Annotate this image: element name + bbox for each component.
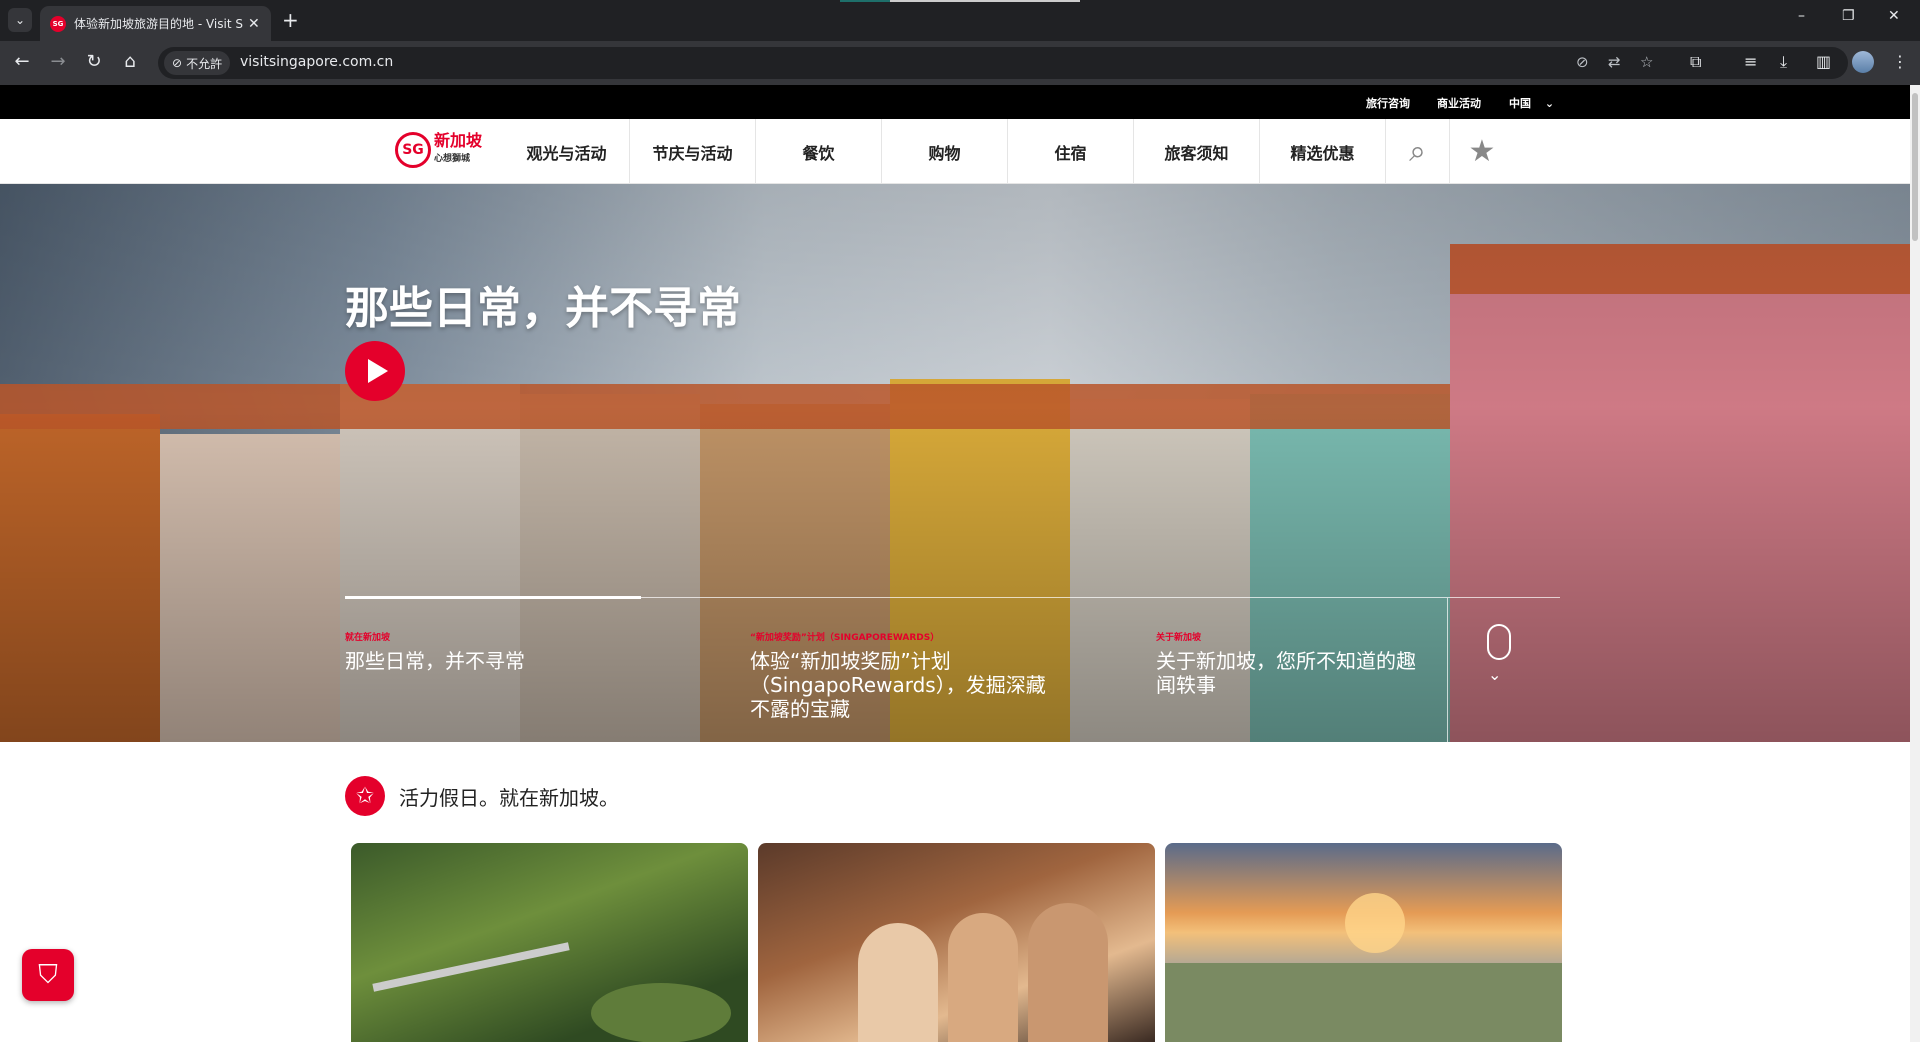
carousel-divider bbox=[1447, 598, 1448, 742]
region-selector[interactable]: 中国 ⌄ bbox=[1509, 95, 1554, 111]
browser-tabstrip: ⌄ SG 体验新加坡旅游目的地 - Visit S ✕ + – ❐ ✕ bbox=[0, 0, 1920, 41]
foliage-graphic bbox=[591, 983, 731, 1042]
loading-indicator-progress bbox=[840, 0, 890, 2]
nav-item-shopping[interactable]: 购物 bbox=[882, 119, 1008, 184]
play-video-button[interactable] bbox=[345, 341, 405, 401]
feature-card-dining[interactable] bbox=[758, 843, 1155, 1042]
more-menu-icon[interactable]: ⋮ bbox=[1892, 52, 1908, 71]
feature-card-sunset[interactable] bbox=[1165, 843, 1562, 1042]
slide-title: 那些日常，并不寻常 bbox=[345, 649, 525, 673]
extensions-icon[interactable]: ⧉ bbox=[1690, 52, 1701, 72]
tab-search-button[interactable]: ⌄ bbox=[8, 8, 32, 32]
profile-avatar[interactable] bbox=[1852, 51, 1874, 73]
tab-close-icon[interactable]: ✕ bbox=[248, 16, 260, 32]
tagline-row: ✩ 活力假日。就在新加坡。 bbox=[345, 776, 619, 816]
carousel-progress-active bbox=[345, 596, 641, 599]
new-tab-button[interactable]: + bbox=[282, 8, 299, 32]
sun-graphic bbox=[1345, 893, 1405, 953]
shield-check-icon: ⛉ bbox=[38, 959, 58, 990]
logo-name: 新加坡 bbox=[434, 131, 483, 150]
window-restore-button[interactable]: ❐ bbox=[1842, 8, 1855, 24]
side-panel-icon[interactable]: ▥ bbox=[1816, 52, 1831, 71]
browser-toolbar: ← → ↻ ⌂ ⊘ 不允許 visitsingapore.com.cn ⊘ ⇄ … bbox=[0, 41, 1920, 85]
window-close-button[interactable]: ✕ bbox=[1888, 8, 1900, 24]
page-scrollbar[interactable] bbox=[1910, 85, 1920, 1042]
tracking-blocked-icon[interactable]: ⊘ bbox=[1576, 53, 1589, 71]
slide-kicker: 关于新加坡 bbox=[1156, 633, 1202, 643]
util-link-business-events[interactable]: 商业活动 bbox=[1437, 95, 1481, 111]
favorites-star-icon[interactable]: ★ bbox=[1450, 119, 1514, 184]
slide-title: 体验“新加坡奖励”计划（SingapoRewards），发掘深藏不露的宝藏 bbox=[750, 649, 1046, 721]
tab-title: 体验新加坡旅游目的地 - Visit S bbox=[74, 17, 243, 31]
carousel-slide-2[interactable]: “新加坡奖励”计划（SINGAPOREWARDS） 体验“新加坡奖励”计划（Si… bbox=[750, 630, 1050, 721]
main-navigation: SG 新加坡 心想獅城 观光与活动 节庆与活动 餐饮 购物 住宿 旅客须知 精选… bbox=[0, 119, 1910, 184]
privacy-shield-button[interactable]: ⛉ bbox=[22, 949, 74, 1001]
scroll-mouse-icon[interactable] bbox=[1487, 624, 1511, 660]
bookmark-star-icon[interactable]: ☆ bbox=[1640, 53, 1653, 71]
nav-item-festivals[interactable]: 节庆与活动 bbox=[630, 119, 756, 184]
region-label: 中国 bbox=[1509, 97, 1531, 110]
tagline-text: 活力假日。就在新加坡。 bbox=[399, 785, 619, 810]
feature-card-nature[interactable] bbox=[351, 843, 748, 1042]
nav-item-sightseeing[interactable]: 观光与活动 bbox=[504, 119, 630, 184]
land-graphic bbox=[1165, 963, 1562, 1042]
slide-kicker: “新加坡奖励”计划（SINGAPOREWARDS） bbox=[750, 633, 940, 643]
nav-item-deals[interactable]: 精选优惠 bbox=[1260, 119, 1386, 184]
nav-item-travel-guide[interactable]: 旅客须知 bbox=[1134, 119, 1260, 184]
site-logo[interactable]: SG 新加坡 心想獅城 bbox=[395, 132, 482, 168]
browser-tab-active[interactable]: SG 体验新加坡旅游目的地 - Visit S ✕ bbox=[40, 6, 271, 41]
logo-text: 新加坡 心想獅城 bbox=[434, 133, 482, 167]
forward-arrow-icon[interactable]: → bbox=[46, 51, 70, 72]
site-info-chip[interactable]: ⊘ 不允許 bbox=[164, 51, 231, 75]
reading-list-icon[interactable]: ≡ bbox=[1744, 52, 1757, 71]
reload-icon[interactable]: ↻ bbox=[82, 51, 106, 72]
slide-kicker: 就在新加坡 bbox=[345, 633, 391, 643]
hero-banner: 那些日常，并不寻常 就在新加坡 那些日常，并不寻常 “新加坡奖励”计划（SING… bbox=[0, 184, 1910, 742]
eye-off-icon: ⊘ bbox=[172, 56, 183, 70]
url-text[interactable]: visitsingapore.com.cn bbox=[240, 54, 393, 70]
person-graphic bbox=[948, 913, 1018, 1042]
security-label: 不允許 bbox=[186, 56, 223, 71]
util-link-travel-enquiry[interactable]: 旅行咨询 bbox=[1366, 95, 1410, 111]
window-minimize-button[interactable]: – bbox=[1798, 8, 1805, 24]
person-graphic bbox=[1028, 903, 1108, 1042]
person-graphic bbox=[858, 923, 938, 1042]
utility-bar: 旅行咨询 商业活动 中国 ⌄ bbox=[0, 85, 1910, 119]
chevron-down-icon: ⌄ bbox=[1544, 97, 1555, 110]
play-icon bbox=[367, 359, 388, 383]
site-favicon-icon: SG bbox=[50, 15, 66, 32]
search-icon[interactable]: ⌕ bbox=[1386, 119, 1450, 184]
back-arrow-icon[interactable]: ← bbox=[10, 51, 34, 72]
scrollbar-thumb[interactable] bbox=[1912, 93, 1918, 241]
star-badge-icon: ✩ bbox=[345, 776, 385, 816]
logo-subtitle: 心想獅城 bbox=[434, 154, 471, 164]
carousel-slide-1[interactable]: 就在新加坡 那些日常，并不寻常 bbox=[345, 630, 645, 673]
scroll-down-chevron-icon[interactable]: ⌄ bbox=[1488, 665, 1501, 684]
download-icon[interactable]: ⤓ bbox=[1780, 52, 1787, 72]
bridge-graphic bbox=[372, 942, 570, 992]
slide-title: 关于新加坡，您所不知道的趣闻轶事 bbox=[1156, 649, 1416, 697]
carousel-slide-3[interactable]: 关于新加坡 关于新加坡，您所不知道的趣闻轶事 bbox=[1156, 630, 1426, 697]
address-bar[interactable]: ⊘ 不允許 visitsingapore.com.cn ⊘ ⇄ ☆ bbox=[158, 47, 1848, 79]
nav-item-accommodation[interactable]: 住宿 bbox=[1008, 119, 1134, 184]
logo-badge: SG bbox=[395, 132, 431, 168]
nav-item-dining[interactable]: 餐饮 bbox=[756, 119, 882, 184]
hero-title: 那些日常，并不寻常 bbox=[345, 283, 741, 334]
home-icon[interactable]: ⌂ bbox=[118, 51, 142, 72]
translate-icon[interactable]: ⇄ bbox=[1608, 53, 1621, 71]
